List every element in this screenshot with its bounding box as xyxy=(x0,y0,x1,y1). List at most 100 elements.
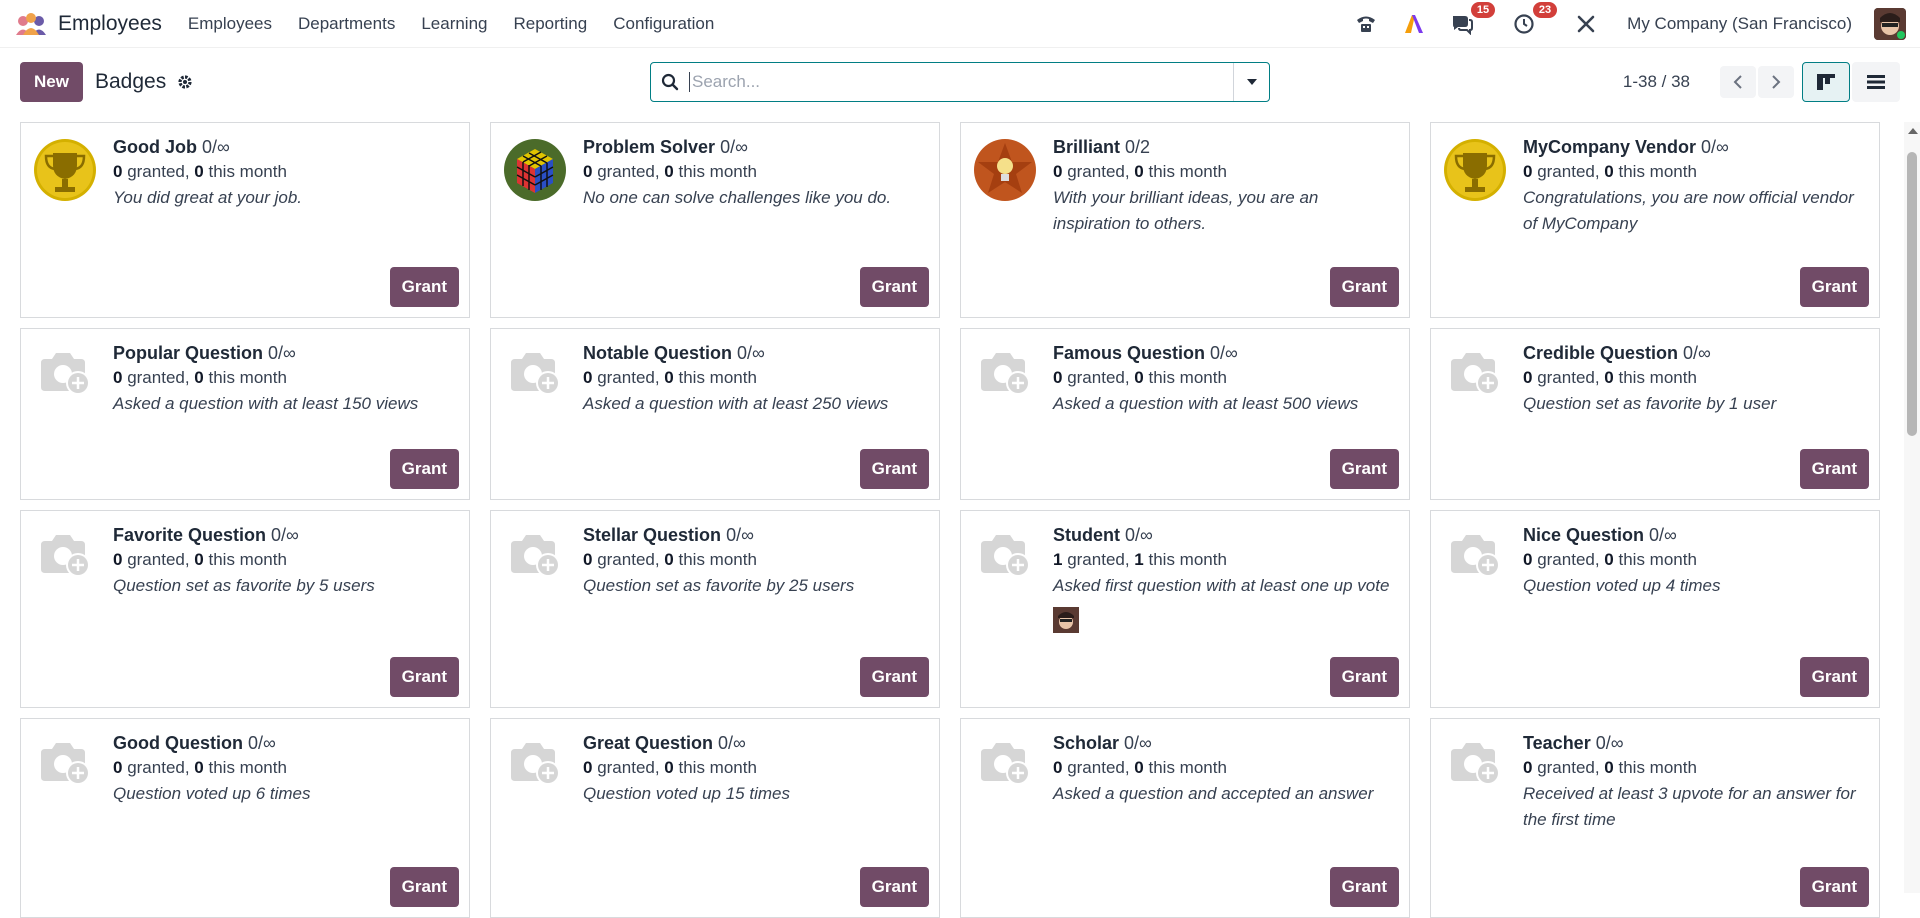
phone-icon[interactable] xyxy=(1353,11,1379,37)
messages-icon[interactable]: 15 xyxy=(1449,1,1496,37)
chevron-right-icon xyxy=(1772,75,1781,89)
search-options-toggle[interactable] xyxy=(1233,63,1269,101)
badge-stats: 0 granted, 0 this month xyxy=(113,368,287,387)
grant-button[interactable]: Grant xyxy=(389,267,459,307)
badge-limit: 0/∞ xyxy=(718,733,746,753)
grant-button[interactable]: Grant xyxy=(1329,267,1399,307)
badge-description: You did great at your job. xyxy=(113,188,303,207)
new-button[interactable]: New xyxy=(20,62,83,102)
pager-value[interactable]: 1-38 / 38 xyxy=(1623,72,1690,92)
app-name[interactable]: Employees xyxy=(58,12,162,36)
badge-card-favorite-question[interactable]: Favorite Question 0/∞ 0 granted, 0 this … xyxy=(20,510,470,708)
chevron-left-icon xyxy=(1733,75,1742,89)
owner-avatar[interactable] xyxy=(1053,607,1079,633)
grant-button[interactable]: Grant xyxy=(859,449,929,489)
badge-description: Question set as favorite by 5 users xyxy=(113,576,375,595)
grant-button[interactable]: Grant xyxy=(1799,449,1869,489)
grant-button[interactable]: Grant xyxy=(1329,867,1399,907)
grant-button[interactable]: Grant xyxy=(1799,657,1869,697)
grant-button[interactable]: Grant xyxy=(389,657,459,697)
grant-button[interactable]: Grant xyxy=(1329,657,1399,697)
camera-placeholder-icon xyxy=(973,523,1037,593)
camera-placeholder-icon xyxy=(503,341,567,411)
menu-employees[interactable]: Employees xyxy=(188,14,272,34)
vertical-scrollbar[interactable] xyxy=(1904,122,1920,893)
menu-configuration[interactable]: Configuration xyxy=(613,14,714,34)
badge-card-popular-question[interactable]: Popular Question 0/∞ 0 granted, 0 this m… xyxy=(20,328,470,500)
activity-clock-icon[interactable]: 23 xyxy=(1511,1,1558,37)
messages-count-badge: 15 xyxy=(1470,1,1496,18)
badge-name: Teacher xyxy=(1523,733,1591,753)
badge-name: Brilliant xyxy=(1053,137,1121,157)
badge-limit: 0/∞ xyxy=(202,137,230,157)
badge-card-good-question[interactable]: Good Question 0/∞ 0 granted, 0 this mont… xyxy=(20,718,470,918)
kanban-view-button[interactable] xyxy=(1802,62,1850,102)
badge-card-nice-question[interactable]: Nice Question 0/∞ 0 granted, 0 this mont… xyxy=(1430,510,1880,708)
user-avatar[interactable] xyxy=(1874,7,1906,40)
badge-description: Asked first question with at least one u… xyxy=(1053,576,1390,595)
badge-name: MyCompany Vendor xyxy=(1523,137,1697,157)
badge-stats: 0 granted, 0 this month xyxy=(1523,162,1697,181)
search-icon xyxy=(651,73,689,91)
company-switcher[interactable]: My Company (San Francisco) xyxy=(1627,14,1852,34)
badge-card-great-question[interactable]: Great Question 0/∞ 0 granted, 0 this mon… xyxy=(490,718,940,918)
badge-card-student[interactable]: Student 0/∞ 1 granted, 1 this month Aske… xyxy=(960,510,1410,708)
scrollbar-thumb[interactable] xyxy=(1907,152,1917,436)
badge-name: Favorite Question xyxy=(113,525,267,545)
badge-card-mycompany-vendor[interactable]: MyCompany Vendor 0/∞ 0 granted, 0 this m… xyxy=(1430,122,1880,318)
camera-placeholder-icon xyxy=(1443,731,1507,801)
employees-app-icon[interactable] xyxy=(14,10,50,38)
trophy-icon xyxy=(33,135,97,205)
search-bar[interactable] xyxy=(650,62,1270,102)
badge-description: Question voted up 6 times xyxy=(113,784,311,803)
list-view-button[interactable] xyxy=(1852,62,1900,102)
badge-limit: 0/∞ xyxy=(726,525,754,545)
view-switcher xyxy=(1802,62,1900,102)
grant-button[interactable]: Grant xyxy=(1329,449,1399,489)
badge-card-problem-solver[interactable]: Problem Solver 0/∞ 0 granted, 0 this mon… xyxy=(490,122,940,318)
badge-name: Notable Question xyxy=(583,343,733,363)
badge-card-stellar-question[interactable]: Stellar Question 0/∞ 0 granted, 0 this m… xyxy=(490,510,940,708)
tools-icon[interactable] xyxy=(1573,11,1599,37)
grant-button[interactable]: Grant xyxy=(389,449,459,489)
menu-reporting[interactable]: Reporting xyxy=(514,14,588,34)
badge-description: Asked a question and accepted an answer xyxy=(1053,784,1374,803)
grant-button[interactable]: Grant xyxy=(1799,867,1869,907)
pager-next-button[interactable] xyxy=(1758,66,1794,98)
badge-card-brilliant[interactable]: Brilliant 0/2 0 granted, 0 this month Wi… xyxy=(960,122,1410,318)
badge-description: Question voted up 4 times xyxy=(1523,576,1721,595)
menu-learning[interactable]: Learning xyxy=(421,14,487,34)
menu-departments[interactable]: Departments xyxy=(298,14,395,34)
badge-description: Question voted up 15 times xyxy=(583,784,790,803)
grant-button[interactable]: Grant xyxy=(859,867,929,907)
lightbulb-star-icon xyxy=(973,135,1037,205)
ai-icon[interactable] xyxy=(1401,11,1427,37)
badge-stats: 0 granted, 0 this month xyxy=(583,550,757,569)
badge-limit: 0/2 xyxy=(1125,137,1151,157)
badge-card-teacher[interactable]: Teacher 0/∞ 0 granted, 0 this month Rece… xyxy=(1430,718,1880,918)
top-navbar: Employees Employees Departments Learning… xyxy=(0,0,1920,48)
badge-card-good-job[interactable]: Good Job 0/∞ 0 granted, 0 this month You… xyxy=(20,122,470,318)
badge-card-credible-question[interactable]: Credible Question 0/∞ 0 granted, 0 this … xyxy=(1430,328,1880,500)
grant-button[interactable]: Grant xyxy=(859,267,929,307)
badge-stats: 0 granted, 0 this month xyxy=(113,758,287,777)
badge-name: Credible Question xyxy=(1523,343,1679,363)
badge-name: Great Question xyxy=(583,733,714,753)
grant-button[interactable]: Grant xyxy=(1799,267,1869,307)
badge-card-notable-question[interactable]: Notable Question 0/∞ 0 granted, 0 this m… xyxy=(490,328,940,500)
search-input[interactable] xyxy=(689,72,1233,92)
scroll-up-arrow-icon[interactable] xyxy=(1908,128,1918,134)
badge-stats: 0 granted, 0 this month xyxy=(1523,550,1697,569)
grant-button[interactable]: Grant xyxy=(859,657,929,697)
gear-icon[interactable] xyxy=(176,73,194,91)
badge-name: Popular Question xyxy=(113,343,264,363)
badge-description: Asked a question with at least 150 views xyxy=(113,394,419,413)
badge-stats: 0 granted, 0 this month xyxy=(113,550,287,569)
badge-card-scholar[interactable]: Scholar 0/∞ 0 granted, 0 this month Aske… xyxy=(960,718,1410,918)
badge-card-famous-question[interactable]: Famous Question 0/∞ 0 granted, 0 this mo… xyxy=(960,328,1410,500)
badge-stats: 0 granted, 0 this month xyxy=(1053,368,1227,387)
pager-previous-button[interactable] xyxy=(1720,66,1756,98)
badge-description: With your brilliant ideas, you are an in… xyxy=(1053,188,1319,233)
camera-placeholder-icon xyxy=(33,523,97,593)
grant-button[interactable]: Grant xyxy=(389,867,459,907)
